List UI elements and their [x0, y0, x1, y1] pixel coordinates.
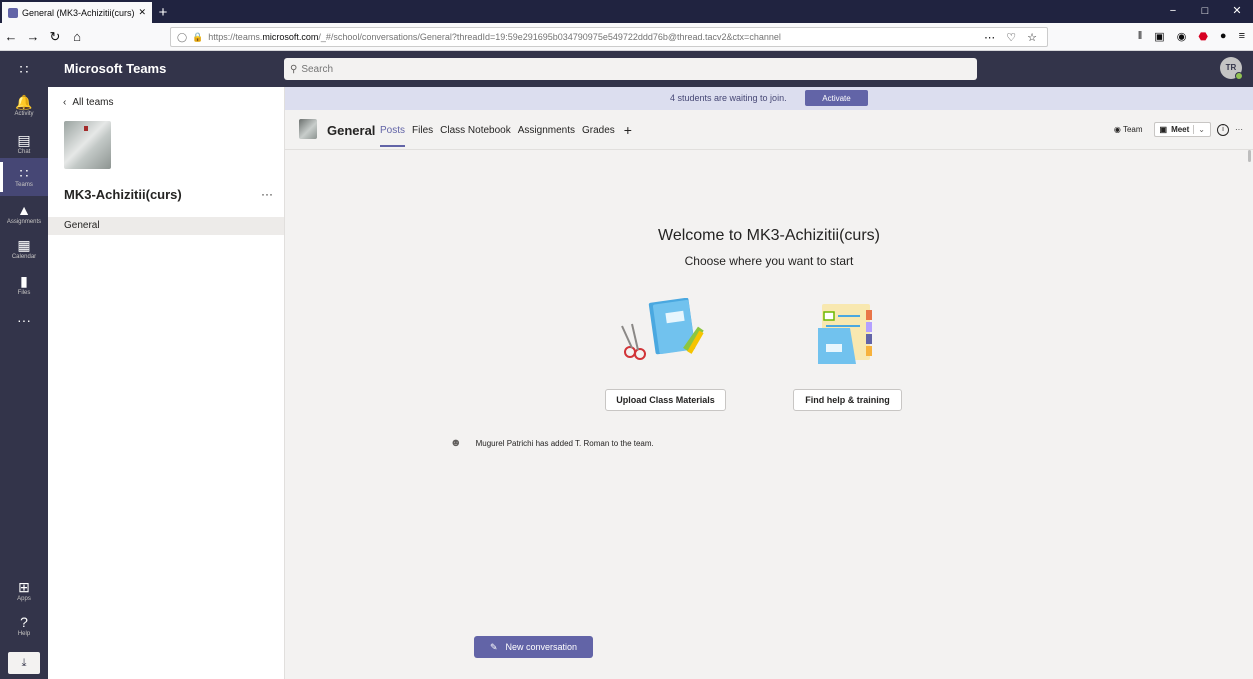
tab-class-notebook[interactable]: Class Notebook [440, 125, 511, 136]
minimize-button[interactable]: − [1157, 0, 1189, 23]
welcome-subtitle: Choose where you want to start [684, 254, 854, 268]
tab-posts[interactable]: Posts [380, 125, 406, 147]
help-training-illustration [818, 304, 872, 364]
team-name: MK3-Achizitii(curs) [64, 187, 182, 202]
channel-title: General [327, 123, 376, 138]
back-arrow-icon[interactable]: ← [0, 29, 22, 44]
browser-navbar: ← → ↻ ⌂ ◯ 🔒 https://teams.microsoft.com/… [0, 23, 1253, 51]
page-actions-icon[interactable]: ⋯ ♡ ☆ [984, 31, 1041, 44]
team-more-options-icon[interactable]: ··· [261, 187, 273, 201]
upload-class-materials-button[interactable]: Upload Class Materials [605, 389, 726, 411]
browser-tab-title: General (MK3-Achizitii(curs)) | ​ [22, 7, 135, 18]
teams-icon: ∷ [19, 165, 29, 181]
download-app-icon[interactable]: ⤓ [8, 652, 40, 674]
search-box[interactable]: ⚲ [284, 58, 977, 80]
shield-icon[interactable]: ◯ [177, 32, 187, 43]
tab-grades[interactable]: Grades [582, 125, 615, 136]
activity-message: ☻ Mugurel Patrichi has added T. Roman to… [450, 437, 654, 449]
team-sidebar: ‹ All teams MK3-Achizitii(curs) ··· Gene… [48, 87, 285, 679]
video-camera-icon: ▣ [1159, 125, 1168, 134]
more-options-icon[interactable]: ··· [1235, 125, 1243, 134]
calendar-icon: ▦ [17, 237, 31, 253]
tab-files[interactable]: Files [412, 125, 433, 136]
add-tab-icon[interactable]: + [624, 123, 632, 137]
eye-icon: ◉ [1113, 125, 1121, 134]
search-input[interactable] [301, 63, 977, 75]
new-conversation-button[interactable]: ✎ New conversation [474, 636, 593, 658]
home-icon[interactable]: ⌂ [66, 29, 88, 44]
window-controls: − □ ✕ [1157, 0, 1253, 23]
meet-button[interactable]: ▣ Meet ⌄ [1153, 122, 1211, 137]
account-icon[interactable]: ◉ [1177, 30, 1187, 43]
activate-button[interactable]: Activate [805, 90, 868, 106]
channel-header: General Posts Files Class Notebook Assig… [285, 110, 1253, 150]
teams-header: ∷ Microsoft Teams ⚲ TR [0, 51, 1253, 87]
library-icon[interactable]: ‖ [1138, 30, 1143, 43]
search-icon: ⚲ [290, 63, 298, 75]
rail-item-help[interactable]: ? Help [0, 607, 48, 645]
browser-tab-strip: General (MK3-Achizitii(curs)) | ​ ✕ + − … [0, 0, 1253, 23]
info-icon[interactable]: i [1217, 123, 1229, 136]
rail-item-apps[interactable]: ⊞ Apps [0, 572, 48, 610]
assignments-icon: ▲ [17, 202, 31, 218]
channel-team-avatar [299, 119, 317, 139]
more-apps-icon[interactable]: ··· [0, 312, 48, 328]
team-avatar [64, 121, 111, 169]
new-tab-button[interactable]: + [152, 2, 174, 23]
app-rail: 🔔 Activity ▤ Chat ∷ Teams ▲ Assignments … [0, 87, 48, 679]
teams-favicon-icon [8, 7, 18, 18]
browser-toolbar-icons: ‖ ▣ ◉ ⬣ ● ≡ [1138, 30, 1245, 43]
help-icon: ? [20, 614, 28, 630]
avatar[interactable]: TR [1220, 57, 1243, 80]
compose-icon: ✎ [489, 641, 498, 652]
rail-item-calendar[interactable]: ▦ Calendar [0, 230, 48, 268]
browser-tab[interactable]: General (MK3-Achizitii(curs)) | ​ ✕ [2, 2, 152, 23]
url-bar[interactable]: ◯ 🔒 https://teams.microsoft.com/_#/schoo… [170, 27, 1048, 47]
reload-icon[interactable]: ↻ [44, 29, 66, 45]
find-help-training-button[interactable]: Find help & training [793, 389, 902, 411]
adblock-icon[interactable]: ⬣ [1198, 30, 1208, 43]
close-tab-icon[interactable]: ✕ [138, 7, 146, 18]
presence-available-icon [1235, 72, 1243, 80]
files-icon: ▮ [20, 273, 28, 289]
channel-header-actions: ◉ Team ▣ Meet ⌄ i ··· [1109, 122, 1243, 137]
add-person-icon: ☻ [450, 437, 462, 449]
rail-item-activity[interactable]: 🔔 Activity [0, 87, 48, 125]
apps-icon: ⊞ [18, 579, 30, 595]
maximize-button[interactable]: □ [1189, 0, 1221, 23]
rail-item-files[interactable]: ▮ Files [0, 266, 48, 304]
channel-tabs: Posts Files Class Notebook Assignments G… [380, 123, 632, 147]
menu-icon[interactable]: ≡ [1239, 30, 1245, 43]
activation-banner: 4 students are waiting to join. Activate [285, 87, 1253, 110]
activity-text: Mugurel Patrichi has added T. Roman to t… [475, 438, 654, 448]
banner-text: 4 students are waiting to join. [670, 93, 787, 103]
tab-assignments[interactable]: Assignments [518, 125, 575, 136]
reader-icon[interactable]: ▣ [1154, 30, 1164, 43]
app-name: Microsoft Teams [64, 61, 167, 76]
bell-icon: 🔔 [15, 94, 33, 110]
all-teams-link[interactable]: ‹ All teams [63, 97, 113, 108]
rail-item-assignments[interactable]: ▲ Assignments [0, 195, 48, 233]
url-text[interactable]: https://teams.microsoft.com/_#/school/co… [208, 32, 781, 42]
channel-item-general[interactable]: General [48, 217, 284, 235]
lock-icon[interactable]: 🔒 [192, 32, 203, 43]
rail-item-teams[interactable]: ∷ Teams [0, 158, 48, 196]
scrollbar-thumb[interactable] [1248, 150, 1251, 162]
upload-materials-illustration [621, 298, 704, 360]
close-window-button[interactable]: ✕ [1221, 0, 1253, 23]
forward-arrow-icon[interactable]: → [22, 29, 44, 44]
chat-icon: ▤ [17, 132, 31, 148]
chevron-left-icon: ‹ [63, 97, 67, 108]
team-button[interactable]: ◉ Team [1109, 123, 1148, 136]
extension-icon[interactable]: ● [1220, 30, 1227, 43]
chevron-down-icon[interactable]: ⌄ [1193, 125, 1205, 134]
welcome-title: Welcome to MK3-Achizitii(curs) [658, 227, 880, 244]
app-launcher-icon[interactable]: ∷ [0, 51, 48, 87]
